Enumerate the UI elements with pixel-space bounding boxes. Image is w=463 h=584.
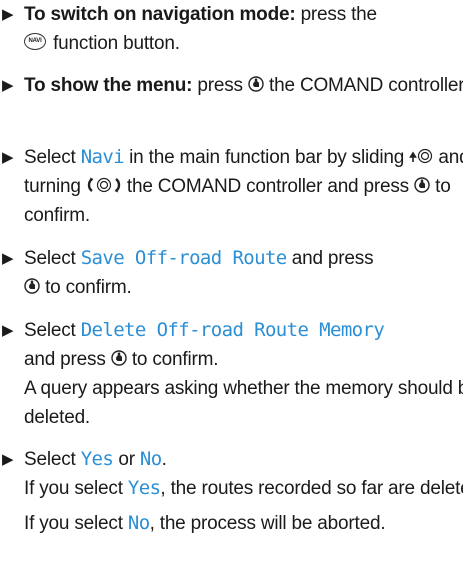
step-text: press: [197, 75, 243, 96]
bullet-arrow-icon: ▶: [2, 149, 14, 166]
controller-press-icon: [414, 177, 430, 193]
bullet-arrow-icon: ▶: [2, 77, 14, 94]
bullet-arrow-icon: ▶: [2, 322, 14, 339]
step-text: Select: [24, 449, 76, 470]
bullet-arrow-icon: ▶: [2, 451, 14, 468]
step-text: the COMAND controller and press: [126, 176, 409, 197]
step-text: and press: [291, 248, 374, 269]
controller-press-icon: [248, 76, 264, 92]
navi-button-icon: NAVI: [24, 33, 46, 51]
step-result: A query appears asking whether the memor…: [24, 378, 463, 428]
step-4: ▶ Select Save Off-road Route and press t…: [0, 244, 463, 302]
step-text: Select: [24, 248, 76, 269]
step-text: .: [161, 449, 167, 470]
step-text: If you select: [24, 478, 123, 499]
bullet-arrow-icon: ▶: [2, 250, 14, 267]
step-2: ▶ To show the menu: press the COMAND con…: [0, 71, 463, 100]
step-text: to confirm.: [45, 277, 132, 298]
controller-slide-up-icon: [409, 148, 433, 164]
menu-option: Navi: [80, 146, 125, 168]
step-text: press the: [300, 4, 378, 25]
step-text: the COMAND controller.: [269, 75, 463, 96]
menu-option: Save Off-road Route: [80, 247, 288, 269]
step-text: Select: [24, 147, 76, 168]
controller-press-icon: [111, 350, 127, 366]
step-text: , the process will be aborted.: [149, 513, 386, 534]
step-lead: To switch on navigation mode:: [24, 4, 296, 25]
step-6: ▶ Select Yes or No. If you select Yes, t…: [0, 445, 463, 538]
step-text: , the routes recorded so far are deleted…: [160, 478, 463, 499]
menu-option: Delete Off-road Route Memory: [80, 319, 385, 341]
step-text: function button.: [53, 33, 180, 54]
menu-option-yes: Yes: [80, 448, 114, 470]
step-3: ▶ Select Navi in the main function bar b…: [0, 143, 463, 230]
step-1: ▶ To switch on navigation mode: press th…: [0, 0, 463, 58]
menu-option-no: No: [139, 448, 162, 470]
menu-option-yes: Yes: [127, 477, 161, 499]
controller-turn-icon: [87, 177, 120, 193]
step-lead: To show the menu:: [24, 75, 193, 96]
step-text: and press: [24, 349, 106, 370]
step-text: to confirm.: [131, 349, 219, 370]
step-text: or: [118, 449, 135, 470]
step-text: Select: [24, 320, 76, 341]
step-result: If you select No, the process will be ab…: [24, 509, 463, 538]
controller-press-icon: [24, 278, 40, 294]
bullet-arrow-icon: ▶: [2, 6, 14, 23]
step-text: in the main function bar by sliding: [129, 147, 405, 168]
step-text: If you select: [24, 513, 123, 534]
step-5: ▶ Select Delete Off-road Route Memory an…: [0, 316, 463, 432]
menu-option-no: No: [127, 512, 150, 534]
